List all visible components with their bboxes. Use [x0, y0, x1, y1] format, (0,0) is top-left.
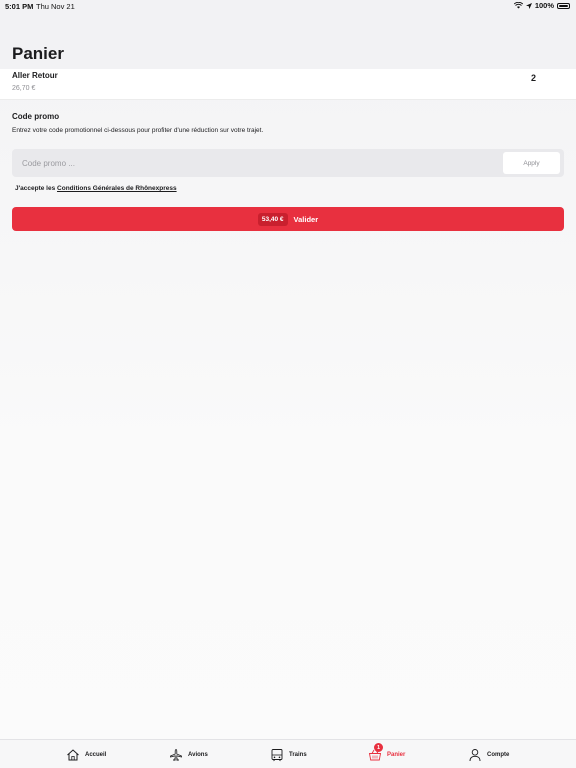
cart-item: Aller Retour 26,70 € 2 — [0, 69, 576, 100]
tab-avions[interactable]: Avions — [169, 746, 208, 764]
tab-label: Compte — [487, 752, 510, 758]
tab-panier[interactable]: 1 Panier — [368, 743, 406, 764]
tab-bar: Accueil Avions Trains 1 Panier Compte — [0, 739, 576, 768]
status-bar: 5:01 PM Thu Nov 21 100% — [0, 0, 576, 12]
home-icon — [67, 749, 79, 761]
status-time: 5:01 PM — [5, 2, 34, 11]
cart-item-price: 26,70 € — [12, 85, 36, 92]
terms-text: J'accepte les Conditions Générales de Rh… — [15, 185, 177, 192]
wifi-icon — [513, 2, 523, 9]
tab-accueil[interactable]: Accueil — [66, 746, 106, 764]
battery-percent: 100% — [534, 1, 554, 10]
terms-link[interactable]: Conditions Générales de Rhônexpress — [57, 185, 177, 192]
status-date: Thu Nov 21 — [36, 2, 75, 11]
page-title: Panier — [12, 44, 64, 63]
promo-title: Code promo — [12, 112, 60, 121]
total-price-badge: 53,40 € — [257, 212, 288, 226]
validate-label: Valider — [293, 214, 319, 224]
train-icon — [271, 749, 283, 762]
cart-item-quantity[interactable]: 2 — [531, 73, 536, 83]
promo-description: Entrez votre code promotionnel ci-dessou… — [12, 127, 264, 134]
tab-label: Avions — [188, 752, 208, 758]
tab-label: Accueil — [85, 752, 107, 758]
plane-icon — [170, 749, 182, 761]
terms-prefix: J'accepte les — [15, 185, 58, 192]
tab-label: Panier — [387, 752, 406, 758]
apply-button[interactable]: Apply — [503, 152, 560, 174]
tab-trains[interactable]: Trains — [270, 746, 307, 764]
status-right: 100% — [513, 1, 570, 10]
location-icon — [525, 2, 532, 9]
cart-count-badge: 1 — [374, 743, 383, 752]
validate-button[interactable]: 53,40 € Valider — [12, 207, 564, 231]
user-icon — [469, 749, 481, 762]
promo-code-input[interactable] — [16, 152, 496, 174]
cart-item-name: Aller Retour — [12, 71, 58, 80]
tab-label: Trains — [289, 752, 307, 758]
promo-box: Apply — [12, 149, 564, 177]
tab-compte[interactable]: Compte — [468, 746, 509, 764]
battery-icon — [557, 2, 570, 9]
